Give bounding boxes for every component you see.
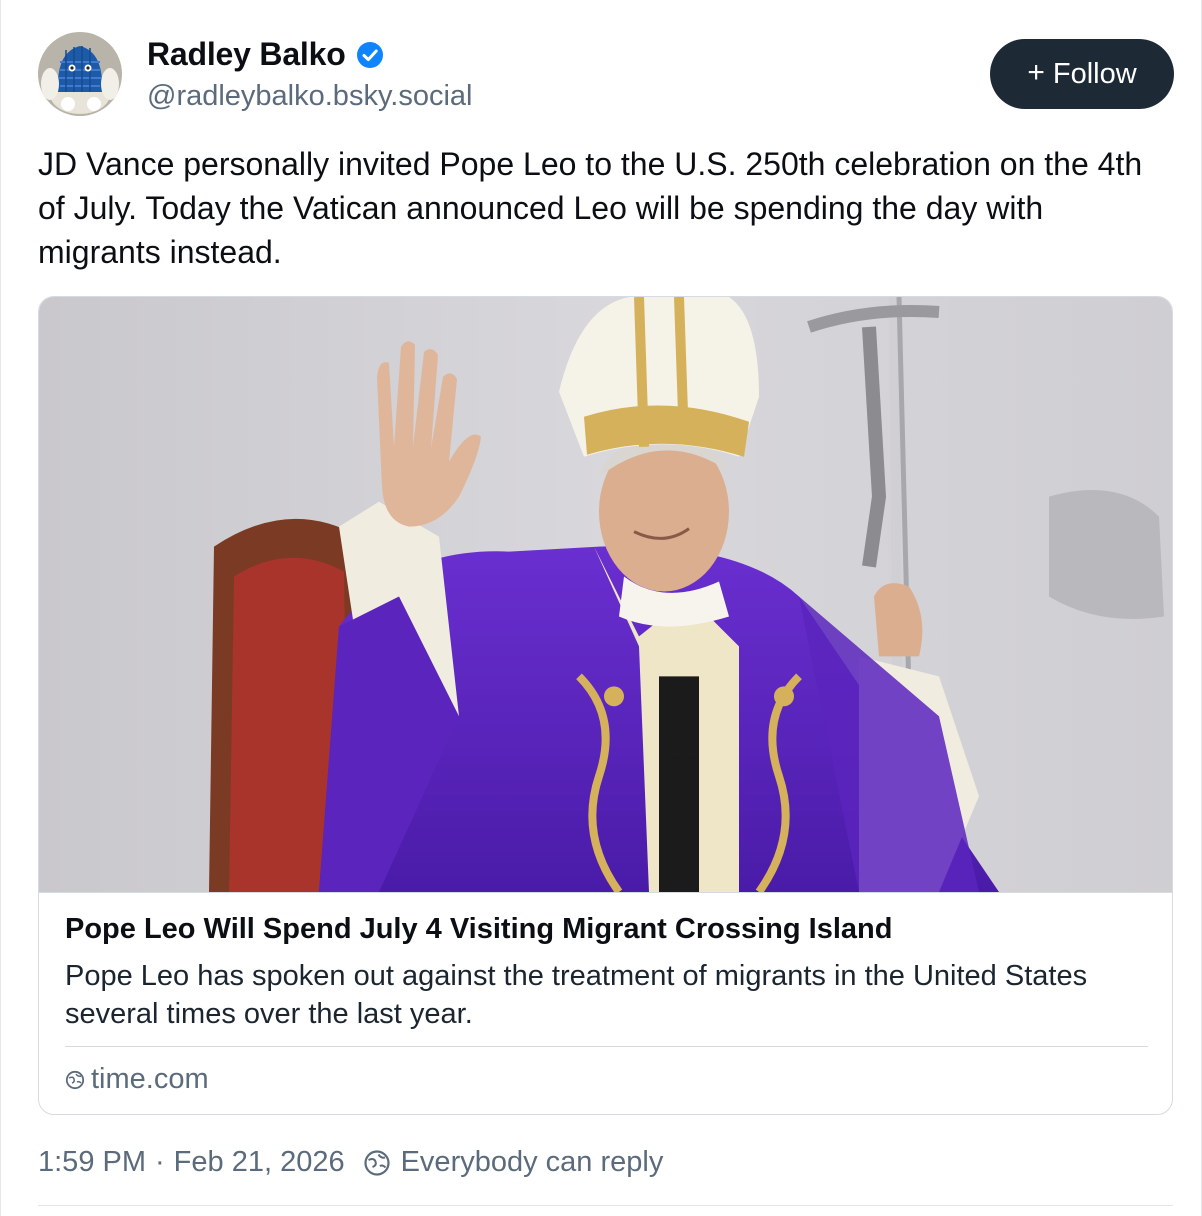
link-card-divider (65, 1046, 1148, 1047)
globe-icon (363, 1149, 390, 1176)
link-card-domain-row: time.com (65, 1063, 209, 1096)
follow-button-label: Follow (1052, 57, 1137, 90)
link-preview-card[interactable]: Pope Leo Will Spend July 4 Visiting Migr… (38, 296, 1173, 1115)
plus-icon: + (1027, 55, 1045, 89)
author-display-name[interactable]: Radley Balko (147, 36, 346, 73)
post-text: JD Vance personally invited Pope Leo to … (38, 146, 1143, 270)
reply-setting-label: Everybody can reply (400, 1146, 664, 1178)
link-card-domain: time.com (91, 1063, 209, 1095)
knit-hat-avatar-icon (38, 32, 122, 116)
post-meta: 1:59 PM · Feb 21, 2026 Everybody can rep… (38, 1146, 663, 1179)
post-date: Feb 21, 2026 (173, 1146, 345, 1178)
globe-icon (65, 1070, 85, 1089)
reply-setting[interactable]: Everybody can reply (363, 1146, 664, 1179)
post-thread-view: Radley Balko @radleybalko.bsky.social + … (0, 0, 1202, 1216)
avatar[interactable] (38, 32, 122, 116)
author-handle[interactable]: @radleybalko.bsky.social (147, 80, 473, 113)
verified-badge-icon[interactable] (356, 41, 384, 69)
follow-button[interactable]: + Follow (990, 39, 1174, 109)
author-name-row: Radley Balko (147, 36, 384, 73)
link-card-title: Pope Leo Will Spend July 4 Visiting Migr… (65, 913, 893, 945)
link-card-description: Pope Leo has spoken out against the trea… (65, 960, 1088, 1030)
post-time: 1:59 PM (38, 1146, 146, 1178)
meta-separator: · (155, 1146, 165, 1178)
link-card-image (39, 297, 1172, 893)
divider (38, 1205, 1173, 1206)
